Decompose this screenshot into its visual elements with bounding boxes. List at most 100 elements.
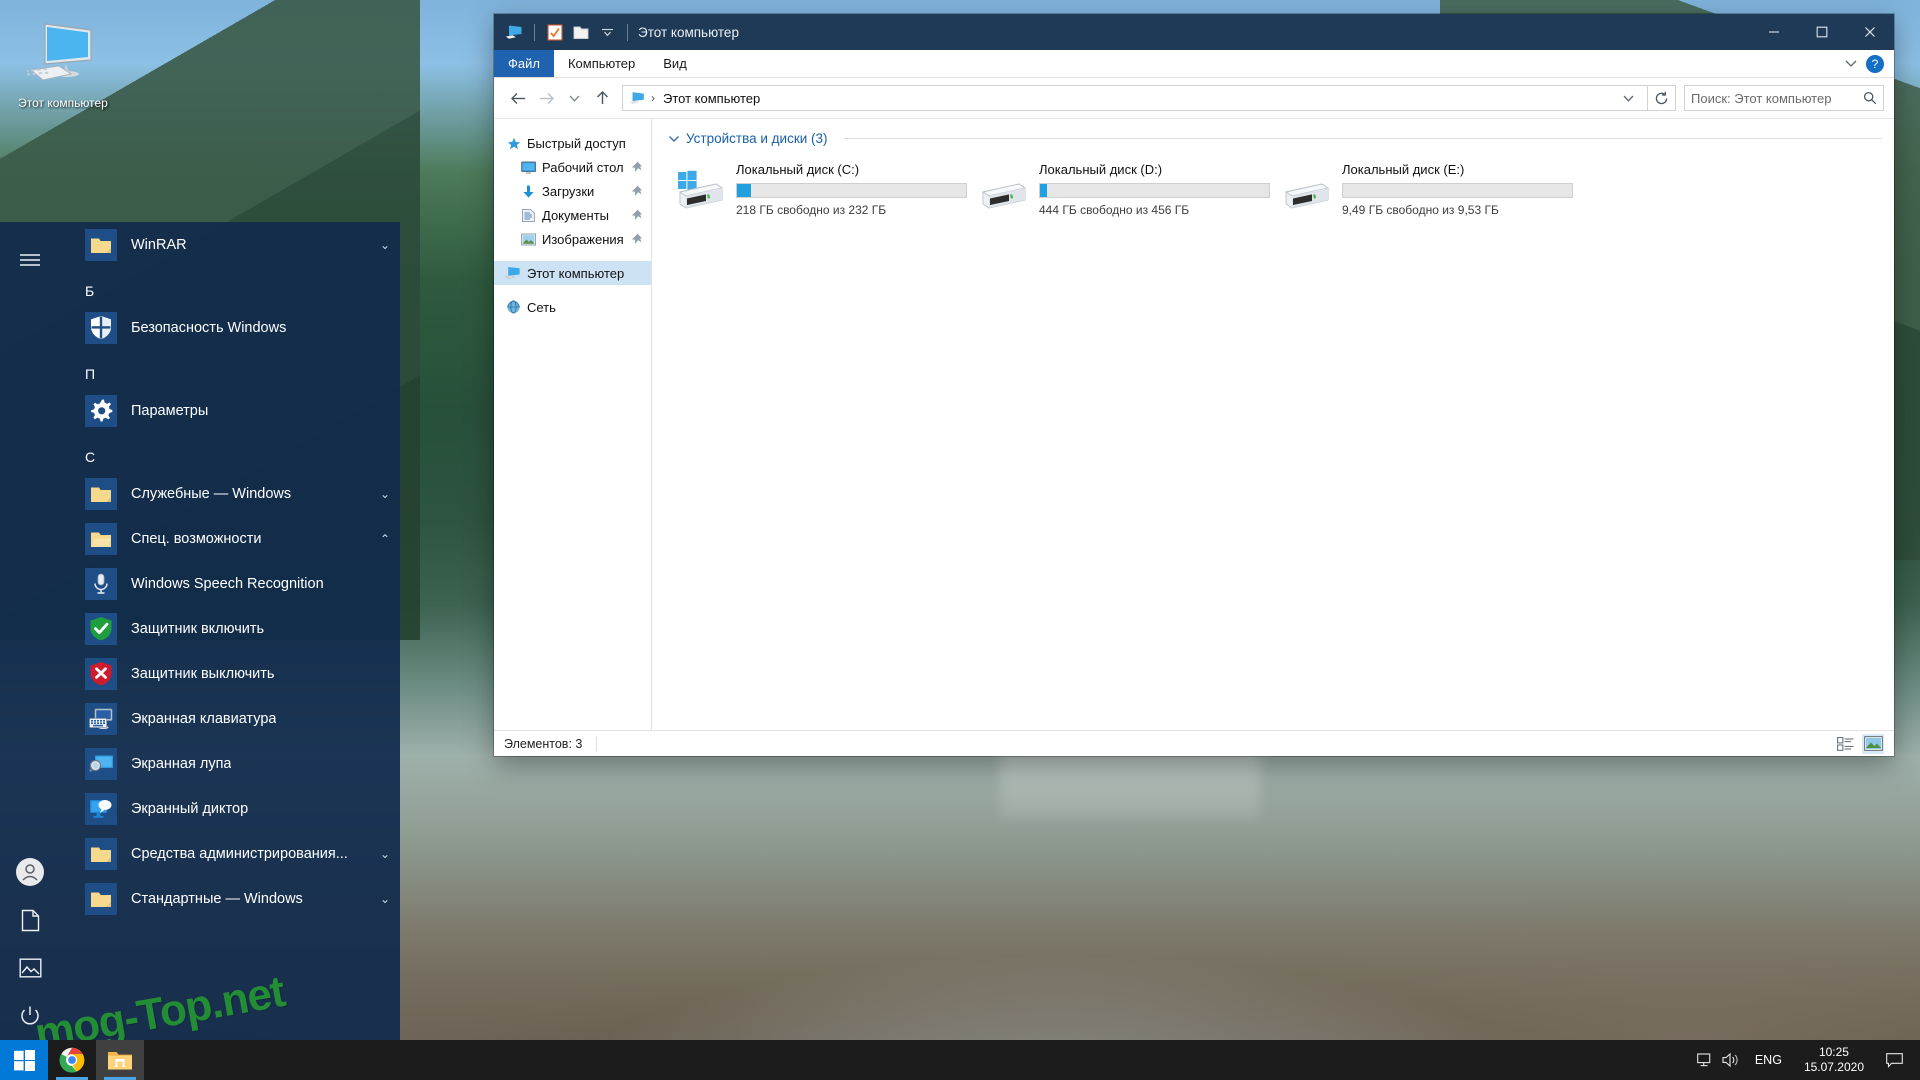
window-controls[interactable] xyxy=(1750,14,1894,50)
properties-icon[interactable] xyxy=(543,20,567,44)
start-button[interactable] xyxy=(0,1040,48,1080)
ribbon-right-controls[interactable]: ? xyxy=(1844,50,1894,77)
content-pane[interactable]: Устройства и диски (3) Локальный диск (C… xyxy=(652,119,1894,730)
search-placeholder: Поиск: Этот компьютер xyxy=(1691,91,1831,106)
pin-icon[interactable] xyxy=(631,209,643,221)
chevron-down-icon[interactable]: ⌄ xyxy=(372,487,390,501)
drives-list[interactable]: Локальный диск (C:)218 ГБ свободно из 23… xyxy=(664,158,1882,221)
start-menu[interactable]: WinRAR⌄ББезопасность WindowsППараметрыСС… xyxy=(0,222,400,1040)
start-app-item[interactable]: Безопасность Windows xyxy=(60,305,400,350)
action-center-icon[interactable] xyxy=(1876,1053,1912,1068)
start-app-item[interactable]: Спец. возможности⌃ xyxy=(60,516,400,561)
start-group-letter[interactable]: С xyxy=(60,433,400,471)
network-icon[interactable] xyxy=(1693,1040,1719,1080)
nav-item-star-pin-icon[interactable]: Быстрый доступ xyxy=(494,131,651,155)
documents-icon[interactable] xyxy=(6,896,54,944)
search-input[interactable]: Поиск: Этот компьютер xyxy=(1684,85,1884,111)
view-mode-buttons[interactable] xyxy=(1834,734,1884,754)
breadcrumb-current[interactable]: Этот компьютер xyxy=(663,91,760,106)
user-account-icon[interactable] xyxy=(6,848,54,896)
start-menu-app-list[interactable]: WinRAR⌄ББезопасность WindowsППараметрыСС… xyxy=(60,222,400,1040)
language-indicator[interactable]: ENG xyxy=(1745,1040,1792,1080)
explorer-title-bar[interactable]: Этот компьютер xyxy=(494,14,1894,50)
power-icon[interactable] xyxy=(6,992,54,1040)
drive-item[interactable]: Локальный диск (C:)218 ГБ свободно из 23… xyxy=(670,158,973,221)
folder-open-icon xyxy=(85,523,117,555)
drive-item[interactable]: Локальный диск (D:)444 ГБ свободно из 45… xyxy=(973,158,1276,221)
pictures-icon[interactable] xyxy=(6,944,54,992)
windows-drive-icon xyxy=(676,162,726,217)
pin-icon[interactable] xyxy=(631,185,643,197)
start-app-label: Экранная клавиатура xyxy=(131,711,276,727)
chevron-down-icon[interactable]: ⌄ xyxy=(372,892,390,906)
tab-computer[interactable]: Компьютер xyxy=(554,50,649,77)
explorer-navigation-bar[interactable]: › Этот компьютер Поиск: Этот компьютер xyxy=(494,78,1894,118)
recent-locations-chevron-icon[interactable] xyxy=(560,84,588,112)
nav-item-this-pc-icon[interactable]: Этот компьютер xyxy=(494,261,651,285)
start-app-item[interactable]: Средства администрирования...⌄ xyxy=(60,831,400,876)
hamburger-icon[interactable] xyxy=(6,236,54,284)
nav-item-network-icon[interactable]: Сеть xyxy=(494,295,651,319)
volume-icon[interactable] xyxy=(1719,1040,1745,1080)
file-explorer-icon xyxy=(107,1049,133,1072)
navigation-pane[interactable]: Быстрый доступРабочий столЗагрузки Докуме… xyxy=(494,119,652,730)
system-tray[interactable]: ENG 10:25 15.07.2020 xyxy=(1693,1040,1920,1080)
start-app-item[interactable]: Стандартные — Windows⌄ xyxy=(60,876,400,921)
address-dropdown-chevron-icon[interactable] xyxy=(1616,94,1641,103)
taskbar[interactable]: ENG 10:25 15.07.2020 xyxy=(0,1040,1920,1080)
back-button[interactable] xyxy=(504,84,532,112)
start-app-item[interactable]: Параметры xyxy=(60,388,400,433)
pictures-icon xyxy=(519,233,537,246)
refresh-button[interactable] xyxy=(1648,85,1676,111)
pin-icon[interactable] xyxy=(631,161,643,173)
new-folder-icon[interactable] xyxy=(569,20,593,44)
quick-access-toolbar[interactable] xyxy=(502,20,634,44)
start-app-item[interactable]: Защитник выключить xyxy=(60,651,400,696)
start-app-item[interactable]: Служебные — Windows⌄ xyxy=(60,471,400,516)
group-collapse-chevron-icon[interactable] xyxy=(668,135,680,143)
nav-item-desktop-icon[interactable]: Рабочий стол xyxy=(494,155,651,179)
this-pc-icon[interactable] xyxy=(502,20,526,44)
search-icon[interactable] xyxy=(1863,91,1877,105)
on-screen-keyboard-icon xyxy=(85,703,117,735)
group-header[interactable]: Устройства и диски (3) xyxy=(668,131,1882,146)
start-app-item[interactable]: Windows Speech Recognition xyxy=(60,561,400,606)
nav-item-pictures-icon[interactable]: Изображения xyxy=(494,227,651,251)
nav-item-documents-icon[interactable]: Документы xyxy=(494,203,651,227)
help-icon[interactable]: ? xyxy=(1866,55,1884,73)
tab-view[interactable]: Вид xyxy=(649,50,701,77)
taskbar-app-chrome[interactable] xyxy=(48,1040,96,1080)
maximize-button[interactable] xyxy=(1798,14,1846,50)
start-app-item[interactable]: Защитник включить xyxy=(60,606,400,651)
desktop-icon-this-pc[interactable]: Этот компьютер xyxy=(8,14,118,110)
collapse-ribbon-chevron-icon[interactable] xyxy=(1844,59,1858,68)
nav-item-label: Документы xyxy=(542,208,609,223)
clock[interactable]: 10:25 15.07.2020 xyxy=(1792,1040,1876,1080)
ribbon-tab-bar[interactable]: Файл Компьютер Вид ? xyxy=(494,50,1894,78)
close-button[interactable] xyxy=(1846,14,1894,50)
start-app-item[interactable]: Экранная лупа xyxy=(60,741,400,786)
start-app-item[interactable]: Экранный диктор xyxy=(60,786,400,831)
taskbar-app-file-explorer[interactable] xyxy=(96,1040,144,1080)
chevron-up-icon[interactable]: ⌃ xyxy=(372,532,390,546)
customize-qat-chevron-icon[interactable] xyxy=(595,20,619,44)
start-app-item[interactable]: WinRAR⌄ xyxy=(60,222,400,267)
nav-item-downloads-icon[interactable]: Загрузки xyxy=(494,179,651,203)
minimize-button[interactable] xyxy=(1750,14,1798,50)
start-app-item[interactable]: Экранная клавиатура xyxy=(60,696,400,741)
forward-button[interactable] xyxy=(532,84,560,112)
chevron-down-icon[interactable]: ⌄ xyxy=(372,238,390,252)
pin-icon[interactable] xyxy=(631,233,643,245)
chevron-down-icon[interactable]: ⌄ xyxy=(372,847,390,861)
up-button[interactable] xyxy=(588,84,616,112)
folder-icon xyxy=(85,838,117,870)
tab-file[interactable]: Файл xyxy=(494,50,554,77)
start-group-letter[interactable]: П xyxy=(60,350,400,388)
large-icons-view-icon[interactable] xyxy=(1862,734,1884,754)
file-explorer-window[interactable]: Этот компьютер Файл Компьютер Вид ? xyxy=(494,14,1894,756)
drive-item[interactable]: Локальный диск (E:)9,49 ГБ свободно из 9… xyxy=(1276,158,1579,221)
details-view-icon[interactable] xyxy=(1834,734,1856,754)
start-group-letter[interactable]: Б xyxy=(60,267,400,305)
address-bar[interactable]: › Этот компьютер xyxy=(622,85,1648,111)
start-menu-rail[interactable] xyxy=(0,222,60,1040)
